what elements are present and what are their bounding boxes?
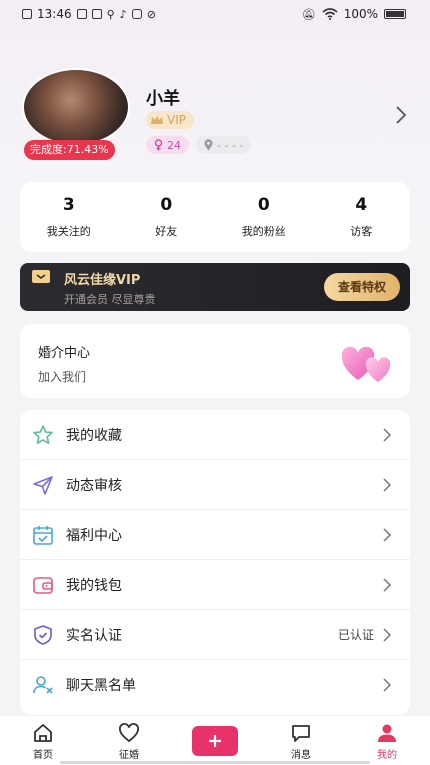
person-icon (378, 724, 396, 742)
wifi-icon (322, 8, 338, 20)
vip-title: 风云佳缘VIP (64, 273, 141, 288)
home-icon (34, 724, 52, 742)
chevron-right-icon (383, 477, 392, 492)
usb-icon: ⚲ (106, 7, 115, 21)
vip-banner[interactable]: 风云佳缘VIP 开通会员 尽显尊贵 查看特权 (20, 263, 410, 311)
hearts-icon (341, 346, 391, 382)
username: 小羊 (146, 89, 180, 109)
avatar[interactable] (22, 68, 130, 146)
stat-fans[interactable]: 0 我的粉丝 (215, 182, 313, 252)
tab-label: 消息 (291, 750, 311, 761)
chevron-right-icon (383, 577, 392, 592)
status-right: 🔕︎ 100% (302, 7, 406, 21)
menu-label: 我的收藏 (66, 427, 122, 444)
tab-home[interactable]: 首页 (0, 716, 86, 761)
menu-item-blacklist[interactable]: 聊天黑名单 (20, 660, 410, 710)
tab-label: 征婚 (119, 750, 139, 761)
location-badge: - - - - (196, 136, 252, 154)
chevron-right-icon (383, 527, 392, 542)
stat-value: 0 (257, 195, 270, 215)
stat-label: 我的粉丝 (241, 225, 286, 238)
stat-value: 3 (62, 195, 75, 215)
menu-item-verification[interactable]: 实名认证 已认证 (20, 610, 410, 660)
calendar-icon (33, 525, 53, 545)
wallet-icon (33, 576, 53, 594)
bottom-tab-bar: 首页 征婚 消息 我的 (0, 716, 430, 765)
tab-messages[interactable]: 消息 (258, 716, 344, 761)
view-privileges-button[interactable]: 查看特权 (323, 273, 400, 301)
stat-label: 访客 (350, 225, 373, 238)
completion-badge: 完成度:71.43% (24, 140, 115, 160)
chevron-right-icon (383, 678, 392, 692)
stat-following[interactable]: 3 我关注的 (20, 182, 118, 252)
heart-icon (119, 723, 139, 743)
notification-icon (22, 9, 32, 19)
stat-label: 我关注的 (46, 225, 91, 238)
tab-label: 我的 (377, 750, 397, 761)
app-icon (131, 9, 142, 19)
vip-subtitle: 开通会员 尽显尊贵 (64, 293, 156, 306)
stats-card: 3 我关注的 0 好友 0 我的粉丝 4 访客 (20, 182, 410, 252)
gender-age-badge: 24 (146, 136, 189, 154)
chat-icon (292, 725, 310, 742)
battery-icon (384, 9, 406, 19)
stat-value: 4 (355, 195, 368, 215)
menu-label: 实名认证 (66, 627, 122, 644)
vip-badge: VIP (146, 111, 194, 129)
menu-label: 我的钱包 (66, 577, 122, 594)
verification-status: 已认证 (337, 628, 374, 642)
stat-friends[interactable]: 0 好友 (118, 182, 216, 252)
status-bar: 13:46 ⚲ ♪ ⊘ 🔕︎ 100% (0, 0, 430, 28)
vip-shield-icon (32, 270, 50, 283)
stat-label: 好友 (155, 225, 178, 238)
app-icon (76, 9, 87, 19)
menu-item-benefits[interactable]: 福利中心 (20, 510, 410, 560)
matchmaking-subtitle: 加入我们 (38, 370, 87, 384)
matchmaking-card[interactable]: 婚介中心 加入我们 (20, 324, 410, 398)
crown-icon (151, 116, 163, 124)
send-icon (33, 475, 53, 495)
menu-label: 聊天黑名单 (66, 678, 136, 694)
vip-label: VIP (167, 113, 186, 127)
stat-visitors[interactable]: 4 访客 (313, 182, 411, 252)
location-pin-icon (204, 139, 213, 151)
status-time: 13:46 (37, 7, 72, 21)
tiktok-icon: ♪ (119, 7, 127, 21)
home-indicator (60, 761, 370, 764)
menu-item-post-review[interactable]: 动态审核 (20, 460, 410, 510)
age-label: 24 (167, 138, 181, 152)
menu-item-favorites[interactable]: 我的收藏 (20, 410, 410, 460)
menu-item-wallet[interactable]: 我的钱包 (20, 560, 410, 610)
chevron-right-icon[interactable] (394, 105, 408, 125)
stat-value: 0 (160, 195, 173, 215)
matchmaking-title: 婚介中心 (38, 346, 91, 361)
app-icon: ⊘ (146, 7, 156, 21)
female-icon (154, 139, 163, 151)
post-button[interactable] (192, 726, 238, 756)
plus-icon (209, 735, 221, 747)
menu-label: 福利中心 (66, 527, 122, 544)
tab-mine[interactable]: 我的 (344, 716, 430, 761)
mute-icon: 🔕︎ (301, 7, 316, 21)
star-icon (33, 424, 53, 444)
status-left: 13:46 ⚲ ♪ ⊘ (22, 7, 156, 21)
menu-label: 动态审核 (66, 477, 122, 494)
tab-post[interactable] (172, 716, 258, 756)
battery-percent: 100% (343, 7, 378, 21)
tab-label: 首页 (33, 750, 53, 761)
chevron-right-icon (383, 427, 392, 442)
avatar-wrap[interactable]: 完成度:71.43% (20, 68, 132, 160)
user-block-icon (33, 676, 53, 694)
chevron-right-icon (383, 627, 392, 642)
location-label: - - - - (217, 138, 244, 152)
tab-matchmaking[interactable]: 征婚 (86, 716, 172, 761)
menu-card: 我的收藏 动态审核 福利中心 我的钱包 实名认证 已认证 聊天黑名单 (20, 410, 410, 715)
app-icon (91, 9, 102, 19)
shield-check-icon (34, 624, 52, 645)
